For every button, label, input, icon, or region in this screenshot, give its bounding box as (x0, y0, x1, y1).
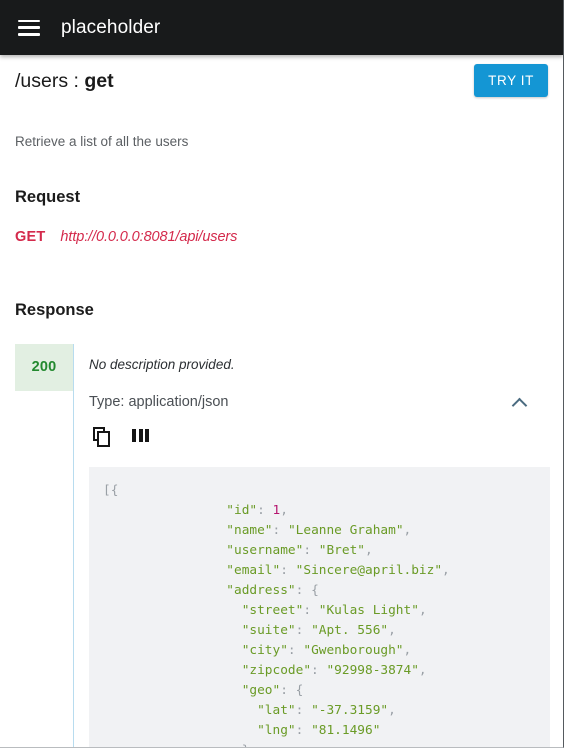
columns-icon[interactable] (132, 424, 154, 453)
hamburger-line (18, 26, 40, 29)
copy-icon[interactable] (93, 426, 115, 451)
endpoint-header: /users : get TRY IT (15, 55, 548, 97)
content-area: /users : get TRY IT Retrieve a list of a… (0, 55, 563, 747)
columns-icon-bar (145, 429, 149, 443)
columns-icon-bar (132, 429, 136, 443)
app-bar: placeholder (0, 0, 563, 55)
response-no-description: No description provided. (89, 357, 235, 373)
response-code-block[interactable]: [{ "id": 1, "name": "Leanne Graham", "us… (89, 467, 550, 747)
code-toolbar (89, 424, 548, 453)
response-block: 200 No description provided. Type: appli… (15, 344, 550, 747)
request-section-heading: Request (15, 188, 81, 207)
hamburger-line (18, 19, 40, 22)
response-section-heading: Response (15, 301, 94, 320)
status-column: 200 (15, 344, 73, 747)
chevron-up-icon[interactable] (512, 397, 528, 407)
status-badge: 200 (15, 344, 73, 392)
columns-icon-bar (138, 429, 143, 443)
request-url[interactable]: http://0.0.0.0:8081/api/users (60, 229, 237, 245)
response-details: No description provided. Type: applicati… (74, 344, 550, 747)
hamburger-menu-icon[interactable] (18, 19, 40, 36)
endpoint-path: /users : (15, 70, 85, 92)
request-line: GET http://0.0.0.0:8081/api/users (15, 229, 548, 245)
response-type-label: Type: application/json (89, 394, 229, 411)
copy-icon-front-sheet (97, 430, 110, 447)
try-it-button[interactable]: TRY IT (474, 64, 548, 97)
app-title: placeholder (61, 16, 161, 38)
endpoint-description: Retrieve a list of all the users (15, 134, 189, 149)
hamburger-line (18, 33, 40, 36)
page-title: /users : get (15, 68, 114, 93)
response-json: [{ "id": 1, "name": "Leanne Graham", "us… (103, 483, 450, 747)
response-type-row[interactable]: Type: application/json (89, 394, 548, 410)
request-method: GET (15, 229, 46, 246)
endpoint-method: get (84, 70, 114, 92)
api-console-page: placeholder /users : get TRY IT Retrieve… (0, 0, 564, 748)
